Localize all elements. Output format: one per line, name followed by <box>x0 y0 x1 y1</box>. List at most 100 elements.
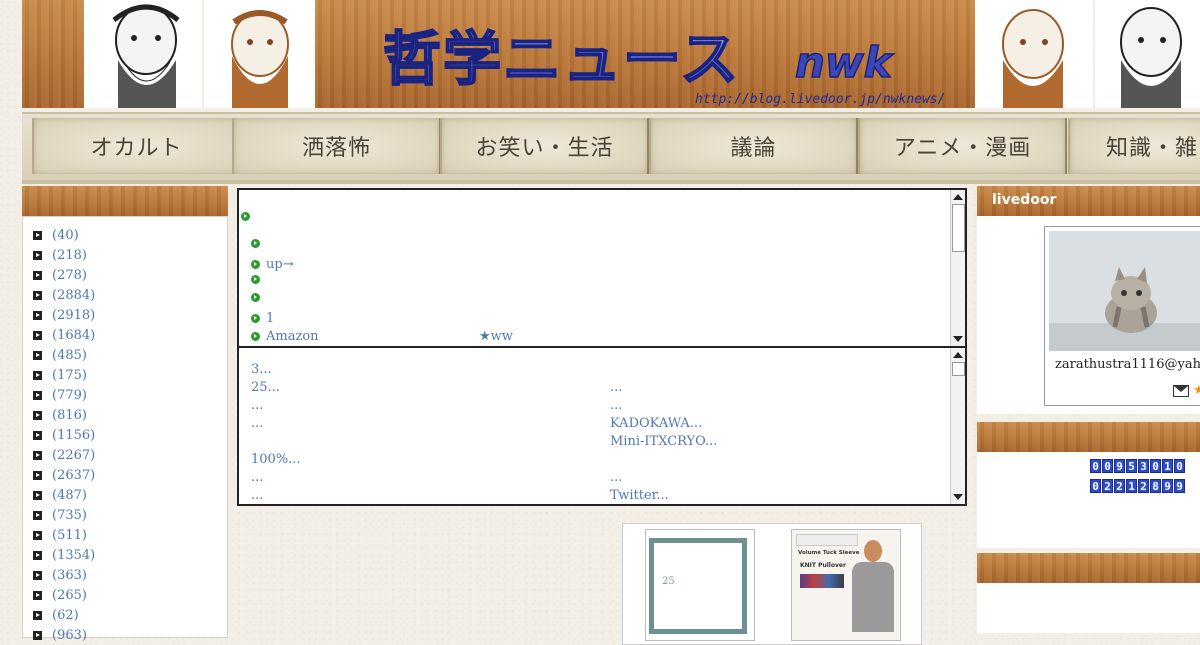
category-item[interactable]: (2884) <box>33 285 227 305</box>
category-item[interactable]: (175) <box>33 365 227 385</box>
scroll-up-icon[interactable] <box>953 194 963 200</box>
antenna-link[interactable]: Mini-ITXCRYO... <box>610 434 717 449</box>
antenna-link[interactable]: Twitter... <box>610 488 669 503</box>
headline-item[interactable] <box>251 293 266 302</box>
category-item[interactable]: (265) <box>33 585 227 605</box>
category-count[interactable]: (735) <box>52 508 87 523</box>
antenna-link[interactable]: ... <box>251 488 263 503</box>
nav-tab-occult[interactable]: オカルト <box>32 118 241 174</box>
category-count[interactable]: (2884) <box>52 288 95 303</box>
category-count[interactable]: (485) <box>52 348 87 363</box>
headline-item[interactable] <box>241 212 256 221</box>
nav-tab-owarai[interactable]: お笑い・生活 <box>440 118 649 174</box>
category-item[interactable]: (1684) <box>33 325 227 345</box>
ad-image-1[interactable]: 25 <box>645 529 755 641</box>
scroll-down-icon[interactable] <box>953 494 963 500</box>
scroll-down-icon[interactable] <box>953 336 963 342</box>
nav-tab-anime[interactable]: アニメ・漫画 <box>858 118 1067 174</box>
scroll-up-icon[interactable] <box>953 352 963 358</box>
category-item[interactable]: (363) <box>33 565 227 585</box>
scroll-thumb[interactable] <box>952 204 965 252</box>
category-item[interactable]: (278) <box>33 265 227 285</box>
category-item[interactable]: (511) <box>33 525 227 545</box>
antenna-link[interactable]: ... <box>610 470 622 485</box>
category-item[interactable]: (487) <box>33 485 227 505</box>
headline-item[interactable] <box>251 239 266 248</box>
category-item[interactable]: (1354) <box>33 545 227 565</box>
antenna-link[interactable]: KADOKAWA... <box>610 416 702 431</box>
headline-item[interactable]: Amazon <box>251 329 319 344</box>
site-url[interactable]: http://blog.livedoor.jp/nwknews/ <box>695 92 945 107</box>
category-count[interactable]: (816) <box>52 408 87 423</box>
category-item[interactable]: (2267) <box>33 445 227 465</box>
header-title-banner: 哲学ニュース nwk http://blog.livedoor.jp/nwkne… <box>315 0 975 108</box>
category-count[interactable]: (487) <box>52 488 87 503</box>
category-count[interactable]: (1354) <box>52 548 95 563</box>
category-count[interactable]: (2637) <box>52 468 95 483</box>
headline-item[interactable]: 1 <box>251 311 274 326</box>
headline-item[interactable]: up→ <box>251 257 294 272</box>
site-subtitle: nwk <box>794 37 892 88</box>
category-count[interactable]: (40) <box>52 228 79 243</box>
mail-icon[interactable] <box>1173 385 1189 397</box>
category-count[interactable]: (779) <box>52 388 87 403</box>
bullet-arrow-icon <box>33 370 42 380</box>
site-title[interactable]: 哲学ニュース <box>382 12 740 96</box>
scroll-thumb[interactable] <box>952 362 965 376</box>
category-item[interactable]: (735) <box>33 505 227 525</box>
counter-digit: 9 <box>1174 479 1185 493</box>
bullet-arrow-icon <box>33 410 42 420</box>
antenna-scrollbar[interactable] <box>950 348 965 504</box>
antenna-link[interactable]: ... <box>251 416 263 431</box>
category-count[interactable]: (2918) <box>52 308 95 323</box>
antenna-link[interactable]: ... <box>610 398 622 413</box>
category-item[interactable]: (62) <box>33 605 227 625</box>
category-item[interactable]: (485) <box>33 345 227 365</box>
category-item[interactable]: (40) <box>33 225 227 245</box>
bullet-arrow-icon <box>33 310 42 320</box>
star-icon[interactable]: ★ <box>1193 383 1200 398</box>
category-count[interactable]: (1684) <box>52 328 95 343</box>
nav-tab-knowledge[interactable]: 知識・雑 <box>1068 118 1200 174</box>
category-count[interactable]: (278) <box>52 268 87 283</box>
antenna-link[interactable]: 25... <box>251 380 280 395</box>
category-count[interactable]: (218) <box>52 248 87 263</box>
category-item[interactable]: (779) <box>33 385 227 405</box>
nav-tab-giron[interactable]: 議論 <box>649 118 858 174</box>
ad-image-2[interactable]: Volume Tuck Sleeve KNIT Pullover <box>791 529 901 641</box>
bullet-arrow-icon <box>33 350 42 360</box>
antenna-frame[interactable]: 3... 25......... 100%......... ...... KADOK… <box>237 346 967 506</box>
headline-text[interactable]: Amazon <box>266 329 319 344</box>
headline-text[interactable]: 1 <box>266 311 274 326</box>
access-counter-today: 02212899 <box>1090 479 1185 493</box>
headline-text-right[interactable]: ★ww <box>479 329 513 344</box>
category-count[interactable]: (175) <box>52 368 87 383</box>
category-item[interactable]: (963) <box>33 625 227 645</box>
category-item[interactable]: (2918) <box>33 305 227 325</box>
headline-text[interactable]: up→ <box>266 257 294 272</box>
antenna-link[interactable]: ... <box>251 470 263 485</box>
bullet-arrow-icon <box>33 590 42 600</box>
category-item[interactable]: (218) <box>33 245 227 265</box>
nav-tab-share-kowa[interactable]: 洒落怖 <box>232 118 441 174</box>
category-item[interactable]: (2637) <box>33 465 227 485</box>
category-count[interactable]: (62) <box>52 608 79 623</box>
headline-frame[interactable]: up→ 1 Amazon ★ww <box>237 188 967 348</box>
category-count[interactable]: (1156) <box>52 428 95 443</box>
counter-panel: 00953010 02212899 <box>977 452 1200 548</box>
access-counter-total: 00953010 <box>1090 459 1185 473</box>
category-count[interactable]: (265) <box>52 588 87 603</box>
category-count[interactable]: (511) <box>52 528 87 543</box>
category-item[interactable]: (1156) <box>33 425 227 445</box>
antenna-link[interactable]: 100%... <box>251 452 301 467</box>
headline-item[interactable] <box>251 275 266 284</box>
antenna-link[interactable]: 3... <box>251 362 272 377</box>
counter-digit: 0 <box>1090 459 1101 473</box>
antenna-link[interactable]: ... <box>251 398 263 413</box>
category-count[interactable]: (363) <box>52 568 87 583</box>
profile-email[interactable]: zarathustra1116@yahoo.co <box>1055 357 1200 372</box>
antenna-link[interactable]: ... <box>610 380 622 395</box>
category-count[interactable]: (2267) <box>52 448 95 463</box>
category-item[interactable]: (816) <box>33 405 227 425</box>
headline-scrollbar[interactable] <box>950 190 965 346</box>
